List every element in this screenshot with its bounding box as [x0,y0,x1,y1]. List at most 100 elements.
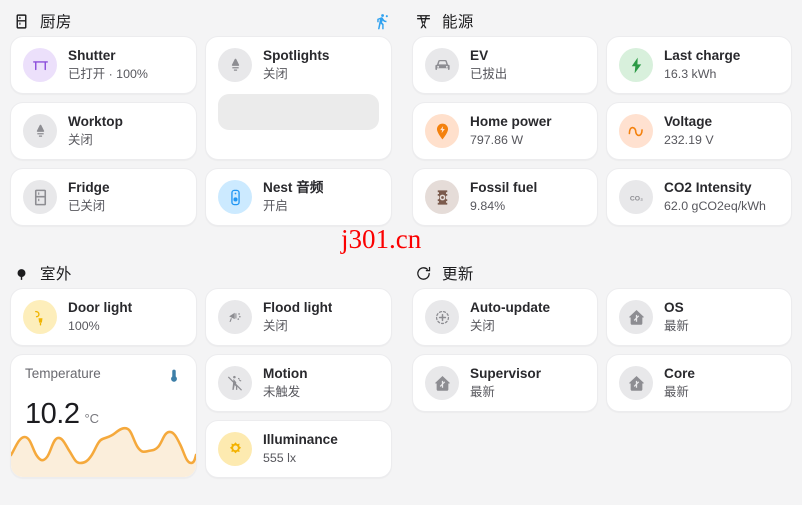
card-ev[interactable]: EV 已拔出 [412,36,598,94]
temperature-label: Temperature [25,366,101,381]
section-title-updates: 更新 [442,266,474,283]
card-spotlights[interactable]: Spotlights 关闭 [205,36,392,160]
card-state: 关闭 [470,318,495,333]
card-title: OS [664,300,684,316]
card-title: Voltage [664,114,713,130]
card-grid-updates: Auto-update 关闭 OS 最新 Supervisor 最新 Core … [412,288,792,412]
brightness-icon [218,432,252,466]
co2-icon: CO₂ [619,180,653,214]
card-state: 100% [68,318,100,333]
section-energy: 能源 EV 已拔出 Last charge 16.3 kWh Home powe… [402,0,802,252]
card-state: 已拔出 [470,66,508,81]
card-state: 关闭 [263,318,288,333]
power-plug-icon [425,114,459,148]
home-assistant-icon [619,366,653,400]
update-icon [414,264,433,283]
card-state: 62.0 gCO2eq/kWh [664,198,766,213]
door-light-icon [23,300,57,334]
card-fridge[interactable]: Fridge 已关闭 [10,168,197,226]
card-state: 555 lx [263,450,297,465]
section-updates: 更新 Auto-update 关闭 OS 最新 Supervisor 最新 Co… [402,252,802,505]
section-kitchen: 厨房 Shutter 已打开 · 100% Spotlights 关闭 Work… [0,0,402,252]
card-title: Auto-update [470,300,551,316]
section-header-updates: 更新 [412,258,792,288]
card-state: 关闭 [68,132,93,147]
card-title: Flood light [263,300,333,316]
section-outdoor: 室外 Door light 100% Flood light 关闭 Temper… [0,252,402,505]
card-home-power[interactable]: Home power 797.86 W [412,102,598,160]
card-state: 开启 [263,198,288,213]
card-temperature[interactable]: Temperature 10.2 °C [10,354,197,478]
temperature-history-graph [11,415,196,477]
card-fossil-fuel[interactable]: Fossil fuel 9.84% [412,168,598,226]
transmission-tower-icon [414,12,433,31]
brightness-slider[interactable] [218,94,379,130]
card-core[interactable]: Core 最新 [606,354,792,412]
card-auto-update[interactable]: Auto-update 关闭 [412,288,598,346]
card-flood-light[interactable]: Flood light 关闭 [205,288,392,346]
card-title: Spotlights [263,48,330,64]
section-title-energy: 能源 [442,14,474,31]
flood-light-icon [218,300,252,334]
card-state: 未触发 [263,384,301,399]
spotlight-icon [23,114,57,148]
tree-icon [12,264,31,283]
section-header-outdoor: 室外 [10,258,392,288]
card-state: 最新 [664,384,689,399]
section-title-kitchen: 厨房 [40,14,72,31]
card-grid-kitchen: Shutter 已打开 · 100% Spotlights 关闭 Worktop… [10,36,392,226]
card-title: EV [470,48,489,64]
card-title: Motion [263,366,308,382]
card-last-charge[interactable]: Last charge 16.3 kWh [606,36,792,94]
home-assistant-icon [619,300,653,334]
barrel-icon [425,180,459,214]
card-title: Last charge [664,48,741,64]
card-title: Fossil fuel [470,180,538,196]
auto-update-icon [425,300,459,334]
card-state: 已关闭 [68,198,106,213]
card-state: 232.19 V [664,132,714,147]
card-shutter[interactable]: Shutter 已打开 · 100% [10,36,197,94]
section-header-kitchen: 厨房 [10,6,392,36]
card-motion[interactable]: Motion 未触发 [205,354,392,412]
card-grid-outdoor: Door light 100% Flood light 关闭 Temperatu… [10,288,392,478]
card-state: 已打开 · 100% [68,66,148,81]
svg-text:CO₂: CO₂ [629,195,642,202]
dashboard-root: 厨房 Shutter 已打开 · 100% Spotlights 关闭 Work… [0,0,802,505]
card-state: 9.84% [470,198,506,213]
card-title: Fridge [68,180,110,196]
card-state: 关闭 [263,66,288,81]
car-icon [425,48,459,82]
fridge-icon [23,180,57,214]
card-title: Worktop [68,114,123,130]
card-co2-intensity[interactable]: CO₂ CO2 Intensity 62.0 gCO2eq/kWh [606,168,792,226]
thermometer-icon [166,366,182,386]
home-assistant-icon [425,366,459,400]
card-title: Illuminance [263,432,338,448]
card-title: Supervisor [470,366,542,382]
sine-wave-icon [619,114,653,148]
card-nest-audio[interactable]: Nest 音频 开启 [205,168,392,226]
card-grid-energy: EV 已拔出 Last charge 16.3 kWh Home power 7… [412,36,792,226]
lightning-icon [619,48,653,82]
motion-off-icon [218,366,252,400]
card-state: 最新 [664,318,689,333]
section-header-energy: 能源 [412,6,792,36]
card-supervisor[interactable]: Supervisor 最新 [412,354,598,412]
card-os[interactable]: OS 最新 [606,288,792,346]
card-title: Shutter [68,48,116,64]
card-state: 16.3 kWh [664,66,717,81]
section-title-outdoor: 室外 [40,266,72,283]
card-title: Nest 音频 [263,180,324,196]
card-worktop[interactable]: Worktop 关闭 [10,102,197,160]
card-state: 最新 [470,384,495,399]
card-illuminance[interactable]: Illuminance 555 lx [205,420,392,478]
walking-person-icon[interactable] [370,10,392,32]
spotlight-icon [218,48,252,82]
card-title: Door light [68,300,133,316]
card-title: CO2 Intensity [664,180,752,196]
card-door-light[interactable]: Door light 100% [10,288,197,346]
card-voltage[interactable]: Voltage 232.19 V [606,102,792,160]
card-title: Home power [470,114,552,130]
card-title: Core [664,366,695,382]
